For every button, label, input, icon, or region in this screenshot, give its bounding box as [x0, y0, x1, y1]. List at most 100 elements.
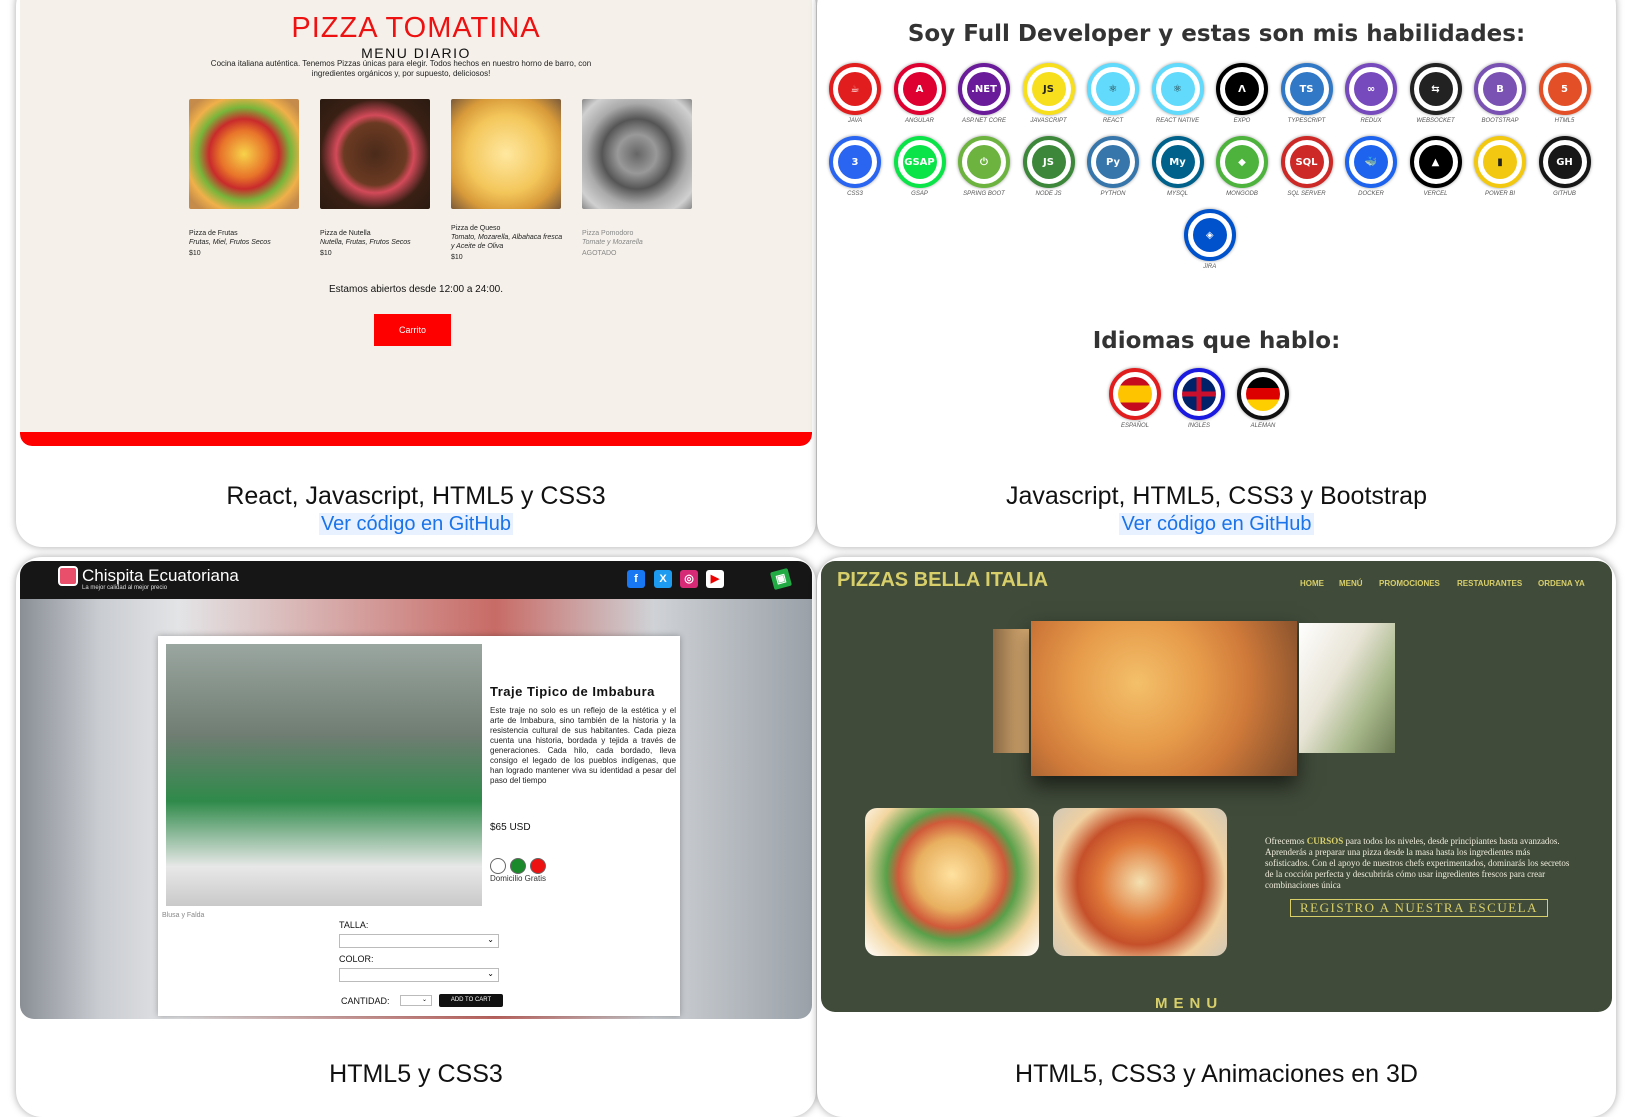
- skill-label: REDUX: [1360, 118, 1382, 124]
- cube-side-left: [993, 629, 1029, 753]
- menu-item: [320, 99, 430, 209]
- skill-icon: GSAP: [902, 145, 937, 179]
- skill-label: TYPESCRIPT: [1287, 118, 1326, 124]
- nav-menu[interactable]: MENÚ: [1339, 579, 1363, 588]
- project-caption: Javascript, HTML5, CSS3 y Bootstrap: [1006, 482, 1427, 510]
- skill-label: POWER BI: [1484, 191, 1515, 197]
- item-price: $10: [320, 250, 332, 257]
- skill-label: JAVA: [847, 118, 863, 124]
- skill-icon: GH: [1547, 145, 1582, 179]
- skill-badge-react-native: ⚛: [1151, 63, 1204, 115]
- instagram-icon[interactable]: ◎: [680, 570, 698, 588]
- x-icon[interactable]: X: [654, 570, 672, 588]
- skill-label: GSAP: [911, 191, 928, 197]
- language-label: INGLES: [1187, 423, 1210, 429]
- open-hours: Estamos abiertos desde 12:00 a 24:00.: [328, 284, 503, 295]
- color-select[interactable]: ⌄: [339, 968, 499, 982]
- cube-side-right: [1299, 623, 1395, 753]
- skill-badge-redux: ∞: [1345, 63, 1397, 115]
- github-link-text[interactable]: Ver código en GitHub: [1119, 513, 1314, 535]
- skill-label: WEBSOCKET: [1416, 118, 1455, 124]
- skill-badge-github: GH: [1538, 136, 1591, 188]
- facebook-icon[interactable]: f: [627, 570, 645, 588]
- skill-icon: 3: [838, 145, 872, 179]
- site-navbar: Chispita Ecuatoriana La mejor calidad al…: [20, 561, 812, 599]
- product-panel: Traje Tipico de Imbabura Este traje no s…: [158, 636, 680, 1016]
- skill-label: SPRING BOOT: [963, 191, 1005, 197]
- skill-icon: ⚛: [1096, 72, 1130, 106]
- skill-icon: My: [1160, 145, 1195, 179]
- youtube-icon[interactable]: ▶: [706, 570, 724, 588]
- add-to-cart-button[interactable]: ADD TO CART: [439, 994, 503, 1007]
- menu-item-text: Pizza de Nutella Nutella, Frutas, Frutos…: [320, 229, 435, 258]
- menu-item-text: Pizza de Frutas Frutas, Miel, Frutos Sec…: [189, 229, 304, 258]
- skill-badge-java: ☕: [829, 63, 881, 115]
- skill-badge-javascript: JS: [1022, 63, 1075, 115]
- quantity-select[interactable]: ⌄: [400, 995, 432, 1006]
- product-description: Este traje no solo es un reflejo de la e…: [490, 706, 676, 785]
- item-name: Pizza de Queso: [451, 225, 501, 232]
- language-label: ESPAÑOL: [1121, 423, 1149, 429]
- pizza-image: [1053, 808, 1227, 956]
- color-option[interactable]: [510, 858, 526, 874]
- menu-item: [189, 99, 299, 209]
- item-name: Pizza de Frutas: [189, 230, 238, 237]
- image-alt-text: Blusa y Falda: [162, 912, 205, 919]
- flag-icon: [1118, 377, 1152, 411]
- skill-icon: ⇆: [1418, 72, 1453, 106]
- product-title: Traje Tipico de Imbabura: [490, 684, 655, 699]
- register-school-button[interactable]: REGISTRO A NUESTRA ESCUELA: [1290, 899, 1548, 917]
- nav-home[interactable]: HOME: [1300, 579, 1324, 588]
- github-link[interactable]: Ver código en GitHub: [16, 513, 816, 536]
- project-preview-pizza-tomatina[interactable]: PIZZA TOMATINA MENU DIARIO Cocina italia…: [20, 0, 812, 446]
- pizza-image: [865, 808, 1039, 956]
- skill-badge-mongodb: ◆: [1216, 136, 1268, 188]
- pizza-image: [320, 99, 430, 209]
- skill-label: REACT NATIVE: [1155, 118, 1200, 124]
- github-link-text[interactable]: Ver código en GitHub: [318, 513, 514, 535]
- item-ingredients: Tomato, Mozarella, Albahaca fresca y Ace…: [451, 234, 563, 250]
- project-caption: React, Javascript, HTML5 y CSS3: [226, 482, 606, 510]
- cart-button[interactable]: Carrito: [374, 314, 451, 346]
- skill-badge-typescript: TS: [1280, 63, 1333, 115]
- courses-text-start: Ofrecemos: [1265, 836, 1307, 846]
- product-image: [166, 644, 482, 906]
- skill-label: PYTHON: [1100, 191, 1126, 197]
- skill-label: NODE JS: [1035, 191, 1062, 197]
- item-ingredients: Tomate y Mozarella: [582, 239, 643, 246]
- color-option[interactable]: [490, 858, 506, 874]
- skill-label: VERCEL: [1423, 191, 1448, 197]
- skill-label: REACT: [1102, 118, 1124, 124]
- language-badge-espa-ol: [1109, 368, 1161, 420]
- github-link[interactable]: Ver código en GitHub: [817, 513, 1616, 536]
- skill-icon: B: [1483, 72, 1517, 106]
- skill-icon: ∞: [1354, 72, 1388, 106]
- project-card-bella-italia: PIZZAS BELLA ITALIA HOME MENÚ PROMOCIONE…: [817, 557, 1616, 1117]
- project-card-pizza-tomatina: PIZZA TOMATINA MENU DIARIO Cocina italia…: [16, 0, 816, 547]
- menu-item-text: Pizza Pomodoro Tomate y Mozarella AGOTAD…: [582, 229, 697, 258]
- skill-label: HTML5: [1554, 118, 1575, 124]
- skill-icon: ▲: [1418, 145, 1453, 179]
- skill-label: MYSQL: [1166, 191, 1188, 197]
- cart-icon[interactable]: ▣: [769, 567, 793, 591]
- color-option[interactable]: [530, 858, 546, 874]
- project-preview-chispita[interactable]: Chispita Ecuatoriana La mejor calidad al…: [20, 561, 812, 1019]
- skill-badge-docker: 🐳: [1345, 136, 1397, 188]
- skill-icon: ◆: [1225, 145, 1259, 179]
- skill-label: JIRA: [1203, 264, 1217, 270]
- project-card-skills: Soy Full Developer y estas son mis habil…: [817, 0, 1616, 547]
- project-preview-skills[interactable]: Soy Full Developer y estas son mis habil…: [821, 0, 1612, 446]
- size-select[interactable]: ⌄: [339, 934, 499, 948]
- skill-icon: A: [902, 72, 937, 106]
- nav-restaurantes[interactable]: RESTAURANTES: [1457, 579, 1522, 588]
- skill-label: GITHUB: [1553, 191, 1576, 197]
- skill-icon: JS: [1031, 72, 1066, 106]
- nav-promociones[interactable]: PROMOCIONES: [1379, 579, 1440, 588]
- project-preview-bella-italia[interactable]: PIZZAS BELLA ITALIA HOME MENÚ PROMOCIONE…: [821, 561, 1612, 1012]
- nav-ordena-ya[interactable]: ORDENA YA: [1538, 579, 1585, 588]
- menu-item-text: Pizza de Queso Tomato, Mozarella, Albaha…: [451, 224, 566, 262]
- preview-footer-bar: [20, 432, 812, 446]
- skill-icon: ☕: [838, 72, 872, 106]
- skill-badge-angular: A: [893, 63, 946, 115]
- pizza-image: [451, 99, 561, 209]
